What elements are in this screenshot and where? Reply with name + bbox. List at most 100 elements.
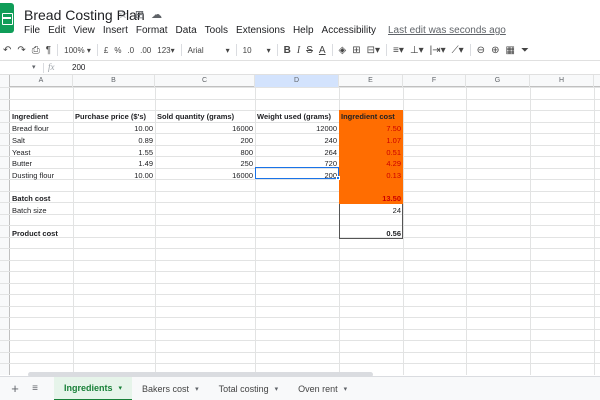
add-sheet-icon[interactable]: + [8,381,22,396]
spreadsheet-grid[interactable]: A B C D E F G H Ingredient Purchase pric… [0,75,600,375]
tab-total-costing[interactable]: Total costing ▾ [209,377,289,400]
formula-input[interactable]: 200 [72,63,85,72]
all-sheets-menu-icon[interactable]: ≡ [28,383,42,394]
menu-format[interactable]: Format [136,25,168,36]
cell-purchase-price[interactable]: 1.55 [73,147,155,159]
column-header-g[interactable]: G [466,75,530,87]
insert-link-icon[interactable]: ⊖ [474,42,488,58]
header-sold-quantity[interactable]: Sold quantity (grams) [155,111,255,123]
batch-size-label[interactable]: Batch size [10,205,73,217]
column-header-e[interactable]: E [339,75,403,87]
filter-icon[interactable]: ⏷ [518,42,532,58]
column-header-c[interactable]: C [155,75,255,87]
active-cell-selection[interactable] [255,167,339,179]
cell-purchase-price[interactable]: 0.89 [73,135,155,147]
sheets-logo-icon[interactable] [0,3,14,33]
cloud-status-icon[interactable]: ☁ [151,8,162,21]
cell-ingredient[interactable]: Yeast [10,147,73,159]
column-header-b[interactable]: B [73,75,155,87]
menu-extensions[interactable]: Extensions [236,25,285,36]
cell-sold-quantity[interactable]: 16000 [155,123,255,135]
cell-ingredient[interactable]: Butter [10,158,73,170]
cell-sold-quantity[interactable]: 250 [155,158,255,170]
tab-ingredients[interactable]: Ingredients ▾ [54,376,133,400]
tab-bakers-cost[interactable]: Bakers cost ▾ [132,377,209,400]
header-ingredient[interactable]: Ingredient [10,111,73,123]
chevron-down-icon[interactable]: ▾ [344,385,348,393]
print-icon[interactable]: ⎙ [29,42,43,58]
increase-decimal-button[interactable]: .00 [137,42,154,58]
column-header-h[interactable]: H [530,75,594,87]
insert-comment-icon[interactable]: ⊕ [488,42,502,58]
cell-ingredient[interactable]: Dusting flour [10,170,73,182]
cell-ingredient-cost[interactable]: 7.50 [339,123,403,135]
menu-edit[interactable]: Edit [48,25,65,36]
number-format-select[interactable]: 123 ▾ [154,42,177,58]
chevron-down-icon[interactable]: ▾ [275,385,279,393]
menu-accessibility[interactable]: Accessibility [322,25,376,36]
star-icon[interactable]: ☆ [118,8,128,21]
header-weight-used[interactable]: Weight used (grams) [255,111,339,123]
cell-purchase-price[interactable]: 1.49 [73,158,155,170]
cell-sold-quantity[interactable]: 800 [155,147,255,159]
horizontal-align-icon[interactable]: ≡▾ [390,42,407,58]
product-cost-value[interactable]: 0.56 [339,228,403,240]
cell-weight-used[interactable]: 12000 [255,123,339,135]
tab-oven-rent[interactable]: Oven rent ▾ [288,377,357,400]
cell-ingredient-cost[interactable]: 4.29 [339,158,403,170]
currency-format-button[interactable]: £ [101,42,111,58]
menu-insert[interactable]: Insert [103,25,128,36]
column-header-f[interactable]: F [403,75,466,87]
borders-icon[interactable]: ⊞ [349,42,363,58]
batch-cost-value[interactable]: 13.50 [339,193,403,205]
zoom-select[interactable]: 100% ▾ [61,42,94,58]
select-all-corner[interactable] [0,75,10,87]
undo-icon[interactable]: ↶ [0,42,14,58]
menu-data[interactable]: Data [176,25,197,36]
batch-cost-label[interactable]: Batch cost [10,193,73,205]
fill-color-icon[interactable]: ◈ [336,42,350,58]
cell-weight-used[interactable]: 264 [255,147,339,159]
header-purchase-price[interactable]: Purchase price ($'s) [73,111,155,123]
decrease-decimal-button[interactable]: .0 [124,42,137,58]
text-rotation-icon[interactable]: ⟋▾ [449,42,467,58]
batch-size-value[interactable]: 24 [339,205,403,217]
paint-format-icon[interactable]: ¶ [43,42,54,58]
vertical-align-icon[interactable]: ⊥▾ [407,42,427,58]
chevron-down-icon[interactable]: ▾ [195,385,199,393]
column-header-a[interactable]: A [10,75,73,87]
strikethrough-button[interactable]: S [303,42,316,58]
bold-button[interactable]: B [281,42,294,58]
cell-sold-quantity[interactable]: 16000 [155,170,255,182]
menu-help[interactable]: Help [293,25,314,36]
cell-weight-used[interactable]: 240 [255,135,339,147]
last-edit-link[interactable]: Last edit was seconds ago [388,25,506,36]
header-ingredient-cost[interactable]: Ingredient cost [339,111,403,123]
fill-handle[interactable] [336,176,340,180]
text-color-button[interactable]: A [316,42,329,58]
text-wrap-icon[interactable]: |⇥▾ [427,42,449,58]
menu-file[interactable]: File [24,25,40,36]
menu-tools[interactable]: Tools [205,25,228,36]
product-cost-label[interactable]: Product cost [10,228,73,240]
merge-cells-icon[interactable]: ⊟▾ [364,42,383,58]
cell-ingredient[interactable]: Bread flour [10,123,73,135]
chevron-down-icon[interactable]: ▾ [119,384,123,392]
menu-view[interactable]: View [73,25,95,36]
cell-ingredient-cost[interactable]: 0.51 [339,147,403,159]
font-size-select[interactable]: 10 ▾ [240,42,274,58]
insert-chart-icon[interactable]: ▦ [502,42,517,58]
redo-icon[interactable]: ↷ [14,42,28,58]
cell-ingredient-cost[interactable]: 1.07 [339,135,403,147]
tab-label: Bakers cost [142,383,190,394]
cell-purchase-price[interactable]: 10.00 [73,170,155,182]
cell-ingredient-cost[interactable]: 0.13 [339,170,403,182]
font-select[interactable]: Arial ▾ [185,42,233,58]
column-header-d[interactable]: D [255,75,339,87]
move-folder-icon[interactable]: ⊞ [135,8,144,21]
cell-purchase-price[interactable]: 10.00 [73,123,155,135]
italic-button[interactable]: I [294,42,303,58]
cell-sold-quantity[interactable]: 200 [155,135,255,147]
cell-ingredient[interactable]: Salt [10,135,73,147]
percent-format-button[interactable]: % [111,42,124,58]
